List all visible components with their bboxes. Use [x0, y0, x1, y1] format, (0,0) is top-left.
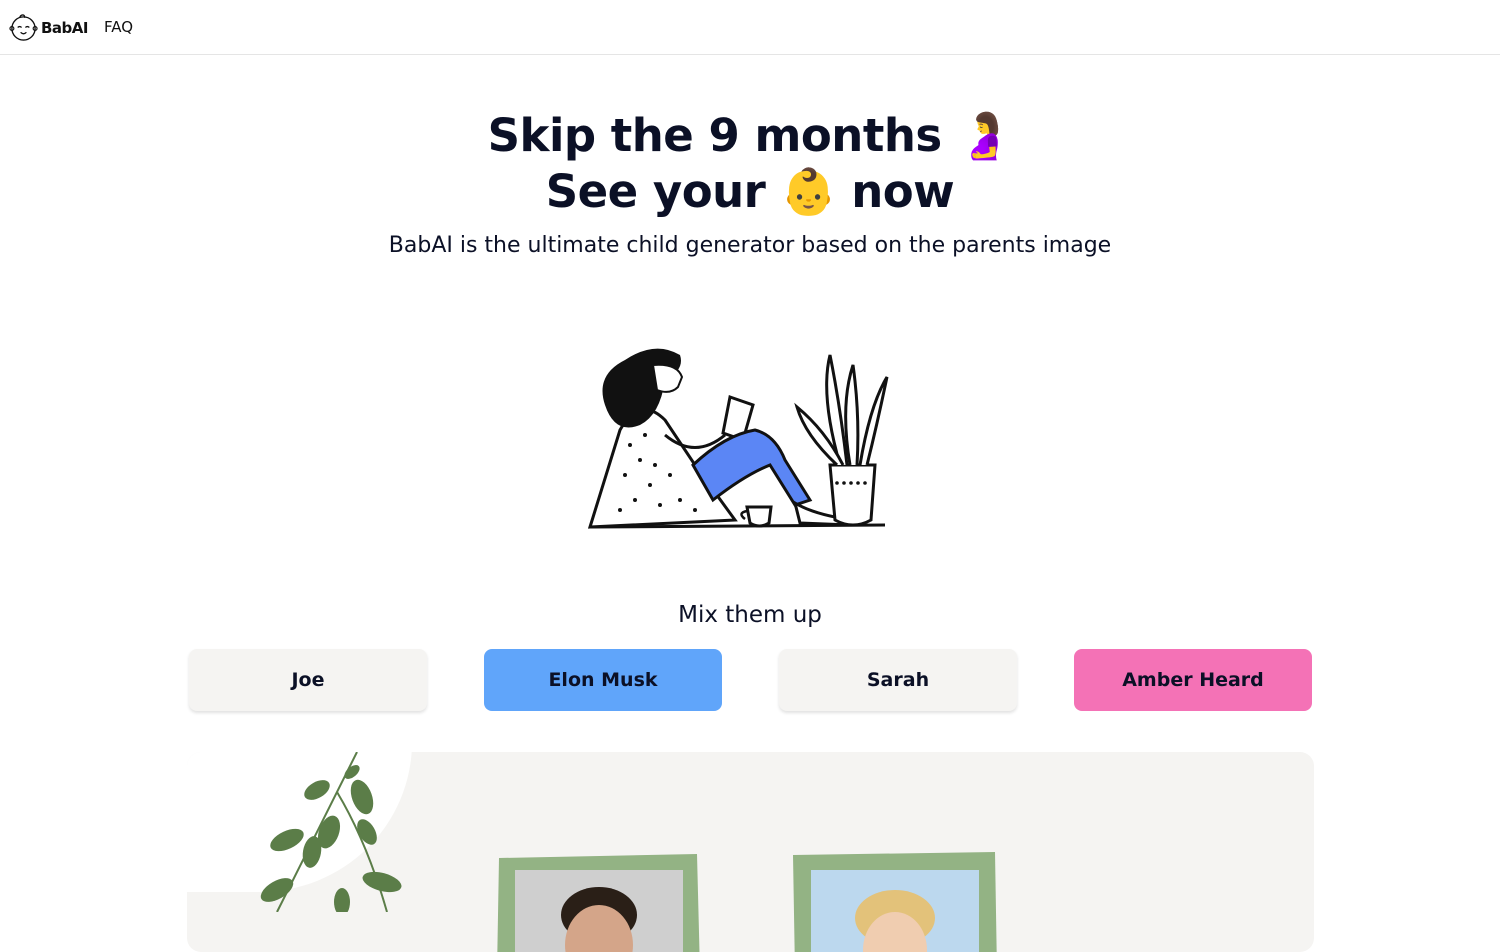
parents-card-panel: [187, 752, 1314, 952]
hero-subtitle: BabAI is the ultimate child generator ba…: [388, 233, 1112, 258]
mix-label: Mix them up: [678, 602, 822, 628]
nav-faq-link[interactable]: FAQ: [104, 18, 133, 36]
hero-title-line-2: See your 👶 now: [545, 165, 955, 218]
logo-text: BabAI: [41, 18, 88, 37]
parent-photo-frame-2: [793, 852, 997, 952]
parent-photo-frame-1: [497, 852, 701, 952]
person-button-amber-heard[interactable]: Amber Heard: [1074, 649, 1312, 711]
parent-photo-1: [515, 870, 683, 952]
woman-reading-illustration: [587, 348, 889, 529]
navbar: BabAI FAQ: [0, 0, 1500, 55]
logo-link[interactable]: BabAI: [9, 13, 88, 42]
baby-face-icon: [9, 14, 38, 41]
hero-title-line-1: Skip the 9 months 🤰: [487, 109, 1013, 162]
person-button-elon-musk[interactable]: Elon Musk: [484, 649, 722, 711]
hero-title: Skip the 9 months 🤰 See your 👶 now: [0, 108, 1500, 220]
person-button-sarah[interactable]: Sarah: [779, 649, 1017, 711]
leaf-branch-icon: [260, 752, 402, 912]
person-button-joe[interactable]: Joe: [189, 649, 427, 711]
parent-photo-2: [811, 870, 979, 952]
